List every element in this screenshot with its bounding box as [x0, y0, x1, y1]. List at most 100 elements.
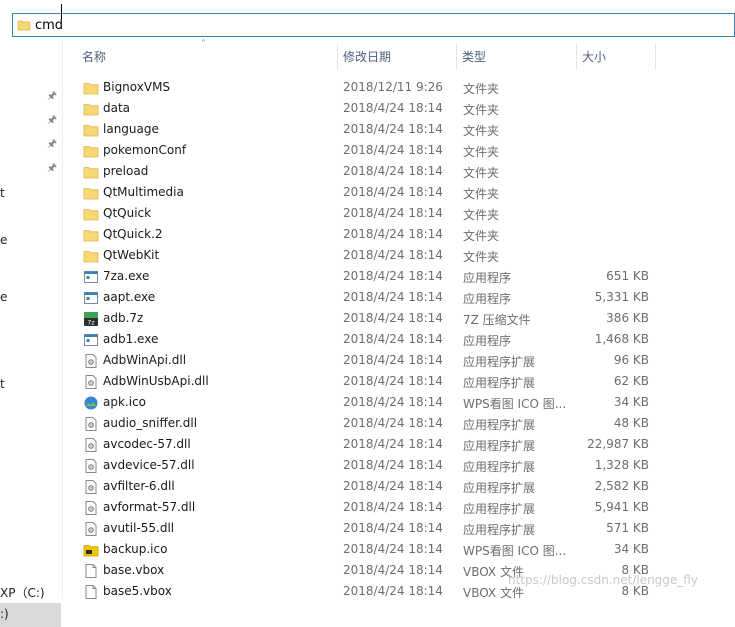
file-modified-date: 2018/4/24 18:14: [343, 185, 443, 199]
file-modified-date: 2018/4/24 18:14: [343, 269, 443, 283]
file-modified-date: 2018/4/24 18:14: [343, 164, 443, 178]
column-size[interactable]: 大小: [576, 44, 656, 70]
file-name: avutil-55.dll: [103, 521, 175, 535]
column-type[interactable]: 类型: [456, 44, 576, 70]
nav-item-drive-c[interactable]: XP（C:): [0, 584, 45, 601]
file-row[interactable]: QtQuick 2018/4/24 18:14 文件夹: [76, 203, 735, 224]
column-date[interactable]: 修改日期: [337, 44, 457, 70]
file-row[interactable]: avdevice-57.dll 2018/4/24 18:14 应用程序扩展 1,32…: [76, 455, 735, 476]
file-name: apk.ico: [103, 395, 147, 409]
column-name[interactable]: 名称: [76, 44, 338, 70]
file-row[interactable]: language 2018/4/24 18:14 文件夹: [76, 119, 735, 140]
file-name: aapt.exe: [103, 290, 156, 304]
archive-7z-icon: 7z: [83, 311, 99, 327]
folder-icon: [83, 227, 99, 243]
file-name: adb.7z: [103, 311, 144, 325]
file-name: QtQuick: [103, 206, 152, 220]
file-modified-date: 2018/4/24 18:14: [343, 353, 443, 367]
address-bar[interactable]: [12, 13, 735, 37]
file-icon: [83, 563, 99, 579]
exe-icon: [83, 290, 99, 306]
file-type: 7Z 压缩文件: [463, 313, 531, 327]
file-type: 文件夹: [463, 145, 500, 159]
file-row[interactable]: aapt.exe 2018/4/24 18:14 应用程序 5,331 KB: [76, 287, 735, 308]
exe-icon: [83, 332, 99, 348]
address-input[interactable]: [35, 15, 715, 35]
file-type: 文件夹: [463, 166, 500, 180]
nav-item-label[interactable]: t: [0, 377, 5, 391]
file-row[interactable]: BignoxVMS 2018/12/11 9:26 文件夹: [76, 77, 735, 98]
file-size: 34 KB: [613, 395, 649, 409]
file-name: 7za.exe: [103, 269, 150, 283]
file-row[interactable]: adb1.exe 2018/4/24 18:14 应用程序 1,468 KB: [76, 329, 735, 350]
file-name: pokemonConf: [103, 143, 187, 157]
pin-icon[interactable]: 🖈: [46, 114, 58, 126]
watermark: https://blog.csdn.net/lengge_fly: [508, 573, 698, 587]
folder-icon: [83, 164, 99, 180]
file-size: 5,331 KB: [594, 290, 649, 304]
pin-icon[interactable]: 🖈: [46, 90, 58, 102]
file-modified-date: 2018/4/24 18:14: [343, 542, 443, 556]
svg-text:7z: 7z: [88, 320, 95, 327]
file-name: base5.vbox: [103, 584, 172, 598]
file-name: preload: [103, 164, 149, 178]
dll-icon: [83, 437, 99, 453]
nav-item-selected[interactable]: :): [0, 603, 61, 627]
file-list: BignoxVMS 2018/12/11 9:26 文件夹 data 2018/4/24…: [76, 77, 735, 602]
file-type: 应用程序扩展: [463, 439, 536, 453]
file-row[interactable]: avutil-55.dll 2018/4/24 18:14 应用程序扩展 571 KB: [76, 518, 735, 539]
nav-item-label[interactable]: t: [0, 186, 5, 200]
file-row[interactable]: 7z adb.7z 2018/4/24 18:14 7Z 压缩文件 386 KB: [76, 308, 735, 329]
pin-icon[interactable]: 🖈: [46, 138, 58, 150]
file-size: 1,468 KB: [594, 332, 649, 346]
file-type: 应用程序扩展: [463, 502, 536, 516]
file-type: 文件夹: [463, 103, 500, 117]
file-modified-date: 2018/4/24 18:14: [343, 584, 443, 598]
dll-icon: [83, 521, 99, 537]
file-row[interactable]: avcodec-57.dll 2018/4/24 18:14 应用程序扩展 22,98…: [76, 434, 735, 455]
file-size: 571 KB: [606, 521, 649, 535]
file-type: WPS看图 ICO 图...: [463, 397, 567, 411]
file-row[interactable]: apk.ico 2018/4/24 18:14 WPS看图 ICO 图... 34 K…: [76, 392, 735, 413]
file-row[interactable]: avfilter-6.dll 2018/4/24 18:14 应用程序扩展 2,582…: [76, 476, 735, 497]
file-size: 1,328 KB: [594, 458, 649, 472]
nav-item-label[interactable]: e: [0, 233, 7, 247]
folder-icon: [83, 80, 99, 96]
file-row[interactable]: data 2018/4/24 18:14 文件夹: [76, 98, 735, 119]
file-row[interactable]: pokemonConf 2018/4/24 18:14 文件夹: [76, 140, 735, 161]
folder-image-icon: [83, 542, 99, 558]
file-type: 文件夹: [463, 250, 500, 264]
file-row[interactable]: QtWebKit 2018/4/24 18:14 文件夹: [76, 245, 735, 266]
file-row[interactable]: QtQuick.2 2018/4/24 18:14 文件夹: [76, 224, 735, 245]
file-modified-date: 2018/4/24 18:14: [343, 122, 443, 136]
file-row[interactable]: backup.ico 2018/4/24 18:14 WPS看图 ICO 图... 3…: [76, 539, 735, 560]
file-row[interactable]: AdbWinApi.dll 2018/4/24 18:14 应用程序扩展 96 KB: [76, 350, 735, 371]
file-modified-date: 2018/4/24 18:14: [343, 395, 443, 409]
file-row[interactable]: QtMultimedia 2018/4/24 18:14 文件夹: [76, 182, 735, 203]
file-name: AdbWinApi.dll: [103, 353, 187, 367]
file-name: QtMultimedia: [103, 185, 184, 199]
file-type: 文件夹: [463, 124, 500, 138]
file-row[interactable]: audio_sniffer.dll 2018/4/24 18:14 应用程序扩展 48…: [76, 413, 735, 434]
file-type: 应用程序: [463, 271, 512, 285]
file-modified-date: 2018/4/24 18:14: [343, 500, 443, 514]
file-type: 文件夹: [463, 229, 500, 243]
image-icon: [83, 395, 99, 411]
file-name: QtWebKit: [103, 248, 160, 262]
file-name: avfilter-6.dll: [103, 479, 175, 493]
file-type: 应用程序扩展: [463, 355, 536, 369]
file-size: 2,582 KB: [594, 479, 649, 493]
file-size: 62 KB: [613, 374, 649, 388]
nav-item-label[interactable]: e: [0, 290, 7, 304]
column-divider[interactable]: [655, 44, 656, 70]
pin-icon[interactable]: 🖈: [46, 162, 58, 174]
folder-icon: [83, 122, 99, 138]
file-modified-date: 2018/4/24 18:14: [343, 458, 443, 472]
file-modified-date: 2018/4/24 18:14: [343, 290, 443, 304]
file-row[interactable]: preload 2018/4/24 18:14 文件夹: [76, 161, 735, 182]
file-row[interactable]: 7za.exe 2018/4/24 18:14 应用程序 651 KB: [76, 266, 735, 287]
file-row[interactable]: AdbWinUsbApi.dll 2018/4/24 18:14 应用程序扩展 62 …: [76, 371, 735, 392]
file-name: base.vbox: [103, 563, 165, 577]
file-row[interactable]: avformat-57.dll 2018/4/24 18:14 应用程序扩展 5,94…: [76, 497, 735, 518]
file-type: 应用程序扩展: [463, 481, 536, 495]
